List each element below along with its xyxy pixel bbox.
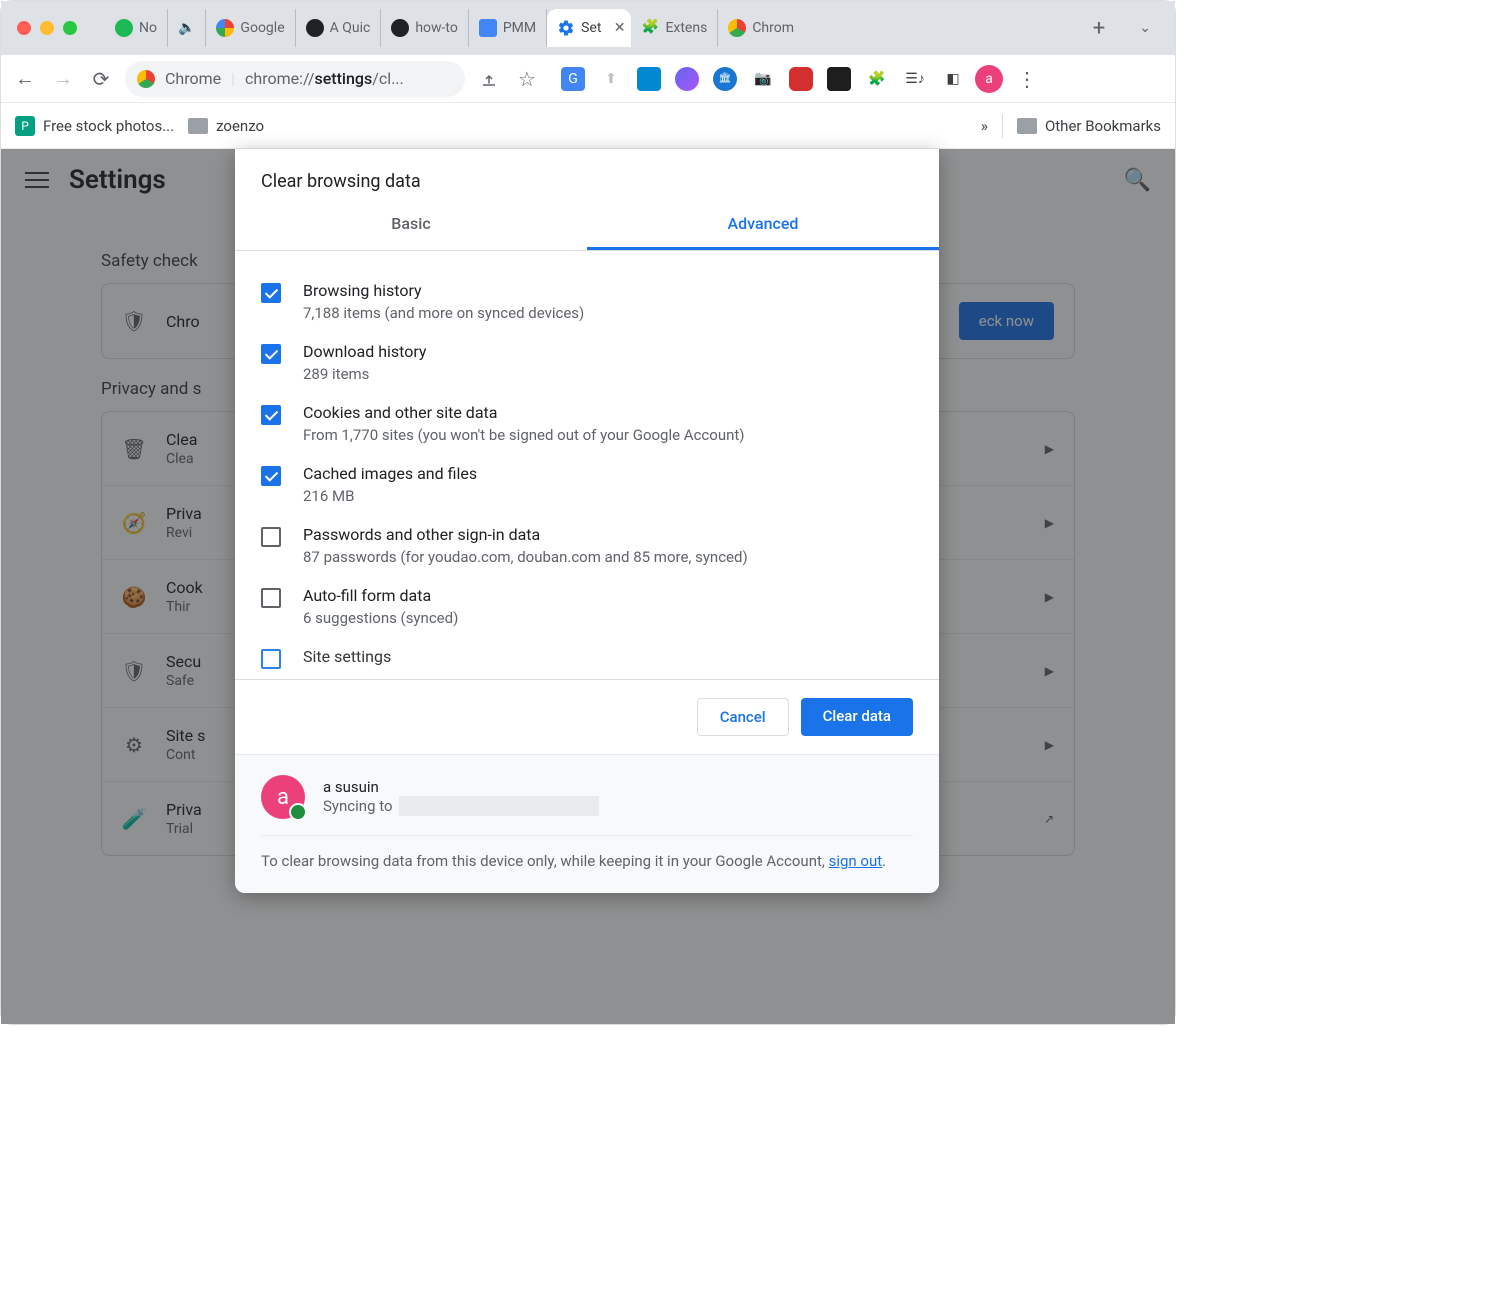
reload-button[interactable]: ⟳ [87,65,115,93]
redacted-email [399,796,599,816]
profile-avatar-button[interactable]: a [975,65,1003,93]
clear-data-button[interactable]: Clear data [801,698,913,736]
sign-out-link[interactable]: sign out [829,852,883,870]
tab-extensions[interactable]: 🧩Extens [631,9,718,47]
other-bookmarks-folder[interactable]: Other Bookmarks [1017,117,1161,135]
user-name: a susuin [323,778,599,796]
translate-icon[interactable]: G [561,67,585,91]
window-titlebar: No 🔈 Google A Quic how-to PMM Set✕ 🧩Exte… [1,1,1175,55]
checkbox[interactable] [261,466,281,486]
ext-icon-2[interactable] [675,67,699,91]
option-browsing-history[interactable]: Browsing history7,188 items (and more on… [261,271,913,332]
dialog-actions: Cancel Clear data [235,679,939,754]
checkbox[interactable] [261,283,281,303]
ext-icon-1[interactable] [637,67,661,91]
bookmark-star-button[interactable]: ☆ [513,65,541,93]
site-icon [306,19,324,37]
bookmark-pexels[interactable]: PFree stock photos... [15,116,174,136]
dialog-tabs: Basic Advanced [235,200,939,251]
tab-google[interactable]: Google [206,9,295,47]
docs-icon [479,19,497,37]
gear-icon [557,19,575,37]
site-icon [391,19,409,37]
share-button[interactable] [475,65,503,93]
cancel-button[interactable]: Cancel [697,698,789,736]
checkbox[interactable] [261,527,281,547]
back-button[interactable]: ← [11,65,39,93]
syncing-to-label: Syncing to [323,796,599,816]
folder-icon [1017,118,1037,134]
option-cookies[interactable]: Cookies and other site dataFrom 1,770 si… [261,393,913,454]
new-tab-button[interactable]: + [1081,16,1117,41]
bookmarks-bar: PFree stock photos... zoenzo » Other Boo… [1,103,1175,149]
chrome-logo-icon [137,70,155,88]
speaker-icon: 🔈 [178,20,195,36]
checkbox[interactable] [261,588,281,608]
user-avatar: a [261,775,305,819]
dialog-options: Browsing history7,188 items (and more on… [235,251,939,679]
close-window-button[interactable] [17,21,31,35]
address-bar[interactable]: Chrome | chrome://settings/cl... [125,61,465,97]
tab-spotify[interactable]: No [105,9,168,47]
option-autofill[interactable]: Auto-fill form data6 suggestions (synced… [261,576,913,637]
sync-account-row: a a susuin Syncing to [261,775,913,836]
figma-icon[interactable] [827,67,851,91]
bookmarks-overflow[interactable]: » [981,117,988,135]
tab-pmm[interactable]: PMM [469,9,547,47]
traffic-lights [11,21,97,35]
option-download-history[interactable]: Download history289 items [261,332,913,393]
url-text: chrome://settings/cl... [245,69,404,88]
tab-basic[interactable]: Basic [235,200,587,250]
sync-badge-icon [289,803,307,821]
minimize-window-button[interactable] [40,21,54,35]
clear-browsing-data-dialog: Clear browsing data Basic Advanced Brows… [235,149,939,893]
bookmark-folder-zoenzo[interactable]: zoenzo [188,117,264,135]
folder-icon [188,118,208,134]
checkbox[interactable] [261,649,281,669]
upload-icon[interactable]: ⬆ [599,67,623,91]
option-cache[interactable]: Cached images and files216 MB [261,454,913,515]
forward-button[interactable]: → [49,65,77,93]
tab-howto[interactable]: how-to [381,9,469,47]
camera-icon[interactable]: 📷 [751,67,775,91]
dialog-footer: a a susuin Syncing to To clear browsing … [235,754,939,893]
tab-muted[interactable]: 🔈 [168,9,206,47]
dialog-title: Clear browsing data [235,149,939,200]
browser-toolbar: ← → ⟳ Chrome | chrome://settings/cl... ☆… [1,55,1175,103]
extensions-puzzle-icon[interactable]: 🧩 [865,67,889,91]
tab-advanced[interactable]: Advanced [587,200,939,250]
option-passwords[interactable]: Passwords and other sign-in data87 passw… [261,515,913,576]
close-tab-icon[interactable]: ✕ [614,20,626,36]
chrome-icon [728,19,746,37]
spotify-icon [115,19,133,37]
tab-quick[interactable]: A Quic [296,9,382,47]
extension-icons: G ⬆ 🏛 📷 🧩 ☰♪ ◧ [561,67,965,91]
puzzle-icon: 🧩 [641,19,659,37]
side-panel-icon[interactable]: ◧ [941,67,965,91]
option-site-settings[interactable]: Site settings [261,637,913,679]
signout-hint: To clear browsing data from this device … [261,836,913,873]
ext-icon-4[interactable] [789,67,813,91]
checkbox[interactable] [261,405,281,425]
tab-settings[interactable]: Set✕ [547,9,631,47]
ext-icon-3[interactable]: 🏛 [713,67,737,91]
browser-tabs: No 🔈 Google A Quic how-to PMM Set✕ 🧩Exte… [105,1,1073,55]
tab-chrome[interactable]: Chrom [718,9,804,47]
tab-dropdown-button[interactable]: ⌄ [1125,20,1165,36]
reading-list-icon[interactable]: ☰♪ [903,67,927,91]
maximize-window-button[interactable] [63,21,77,35]
google-icon [216,19,234,37]
kebab-menu-button[interactable]: ⋮ [1013,65,1041,93]
page-content: Settings 🔍 Safety check 🛡 Chro eck now P… [1,149,1175,1024]
checkbox[interactable] [261,344,281,364]
pexels-icon: P [15,116,35,136]
